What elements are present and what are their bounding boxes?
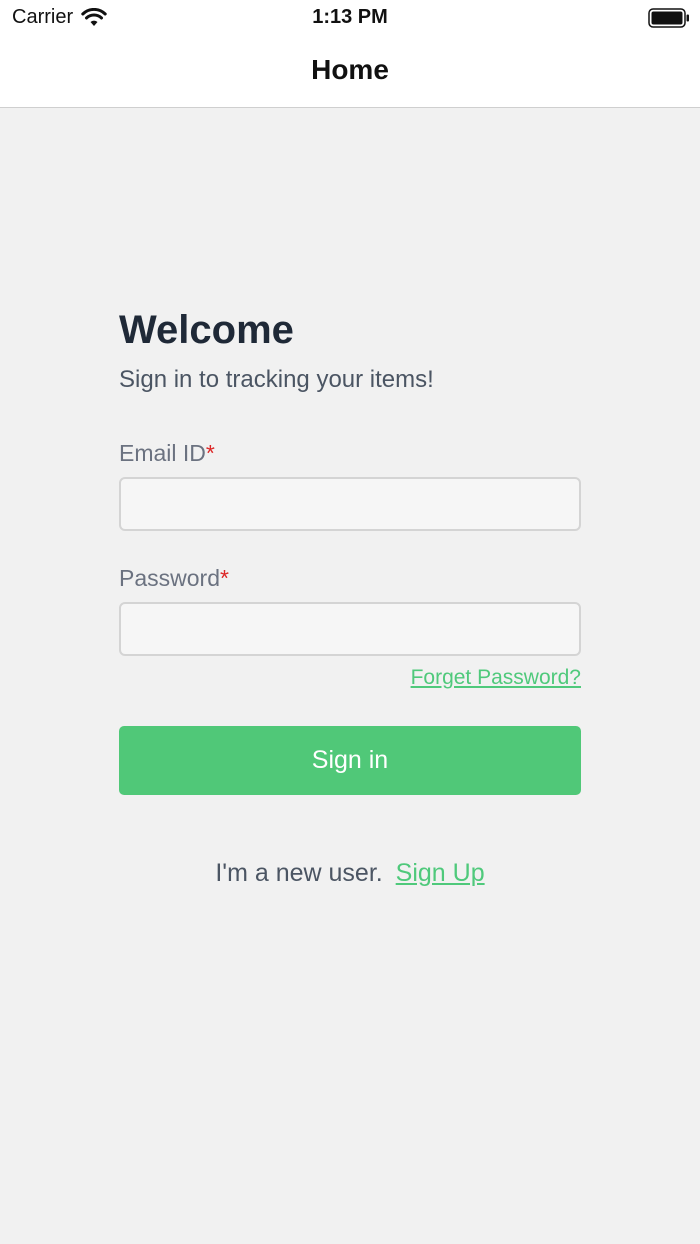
status-time: 1:13 PM xyxy=(312,6,388,28)
welcome-subtitle: Sign in to tracking your items! xyxy=(119,366,434,393)
new-user-text: I'm a new user. xyxy=(215,859,383,887)
status-bar: Carrier 1:13 PM xyxy=(0,0,700,36)
navigation-bar: Home xyxy=(0,36,700,108)
sign-up-link[interactable]: Sign Up xyxy=(396,859,485,887)
required-marker: * xyxy=(219,565,229,591)
email-label-text: Email ID xyxy=(119,440,206,466)
password-label: Password* xyxy=(119,565,581,592)
page-title: Home xyxy=(311,54,389,85)
welcome-heading: Welcome xyxy=(119,308,294,352)
email-label: Email ID* xyxy=(119,440,581,467)
signup-row: I'm a new user. Sign Up xyxy=(119,859,581,888)
battery-icon xyxy=(648,8,690,33)
password-field[interactable] xyxy=(119,602,581,656)
password-label-text: Password xyxy=(119,565,220,591)
forgot-password-link[interactable]: Forget Password? xyxy=(119,666,581,690)
email-field[interactable] xyxy=(119,477,581,531)
login-form: Welcome Sign in to tracking your items! … xyxy=(119,300,581,888)
sign-in-button[interactable]: Sign in xyxy=(119,726,581,795)
required-marker: * xyxy=(205,440,215,466)
